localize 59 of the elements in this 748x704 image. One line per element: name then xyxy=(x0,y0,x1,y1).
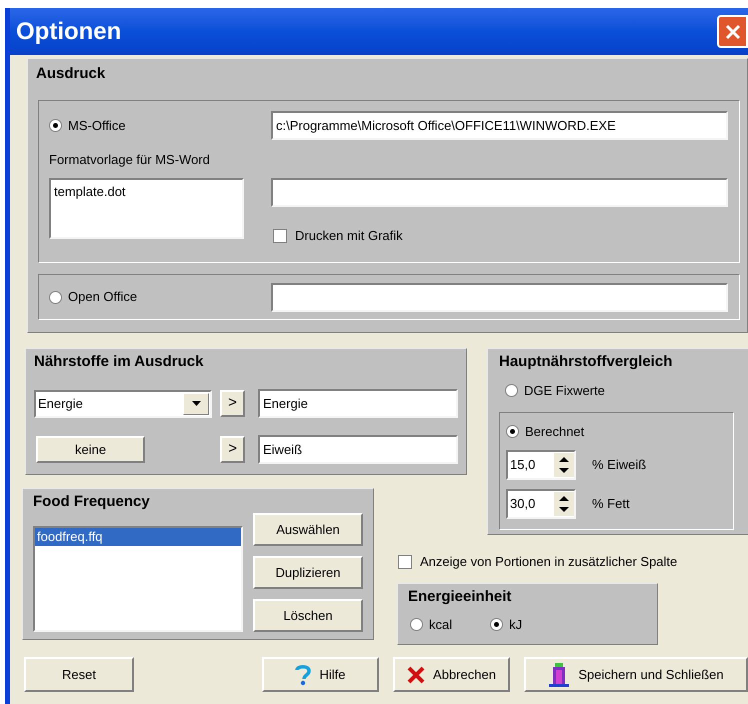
radio-button[interactable] xyxy=(49,290,62,304)
nutrient-dropdown[interactable]: Energie xyxy=(34,390,212,418)
dialog-button[interactable]: Abbrechen xyxy=(393,657,510,692)
list-action-button[interactable]: Auswählen xyxy=(253,513,363,546)
group-title: Energieeinheit xyxy=(408,588,512,604)
radio-button[interactable] xyxy=(410,618,423,631)
path-field[interactable]: c:\Programme\Microsoft Office\OFFICE11\WINWORD.EXE xyxy=(271,111,728,140)
window-title: Optionen xyxy=(16,16,122,46)
number-spinner[interactable]: 30,0 xyxy=(506,489,576,519)
radio-button[interactable] xyxy=(490,618,504,631)
help-icon xyxy=(295,664,312,686)
list-action-button[interactable]: Löschen xyxy=(253,599,363,632)
radio-label: Berechnet xyxy=(525,422,584,440)
radio-label: MS-Office xyxy=(68,117,126,135)
file-list[interactable]: foodfreq.ffq xyxy=(33,526,243,632)
path-field[interactable] xyxy=(271,282,728,312)
number-spinner[interactable]: 15,0 xyxy=(506,450,576,480)
radio-button[interactable] xyxy=(505,384,518,398)
group-title: Food Frequency xyxy=(33,493,150,510)
close-icon xyxy=(724,24,740,40)
caret-icon xyxy=(192,401,201,406)
radio-button[interactable] xyxy=(49,119,62,132)
arrow-button[interactable]: > xyxy=(220,390,245,417)
group-title: Ausdruck xyxy=(36,65,106,82)
none-button[interactable]: keine xyxy=(36,436,146,463)
dropdown-arrow-button[interactable] xyxy=(183,392,210,414)
spin-arrows-icon[interactable] xyxy=(554,492,574,516)
spinner-unit: % Fett xyxy=(592,495,630,514)
radio-label: DGE Fixwerte xyxy=(524,382,605,400)
dialog-button[interactable]: Hilfe xyxy=(262,657,379,692)
group-title: Hauptnährstoffvergleich xyxy=(499,353,672,370)
checkbox[interactable] xyxy=(398,554,412,569)
list-action-button[interactable]: Duplizieren xyxy=(253,556,363,589)
list-item[interactable]: template.dot xyxy=(54,182,239,202)
template-label: Formatvorlage für MS-Word xyxy=(49,150,211,169)
arrow-button[interactable]: > xyxy=(220,436,245,463)
spin-arrows-icon[interactable] xyxy=(554,453,574,477)
cancel-icon xyxy=(407,666,426,684)
text-field[interactable]: Energie xyxy=(258,389,458,418)
spinner-value: 15,0 xyxy=(510,456,536,474)
checkbox-label: Drucken mit Grafik xyxy=(295,227,403,245)
spinner-unit: % Eiweiß xyxy=(592,456,646,474)
radio-label: Open Office xyxy=(68,288,138,306)
radio-button[interactable] xyxy=(506,424,519,438)
text-field[interactable]: Eiweiß xyxy=(258,435,458,464)
list-item[interactable]: foodfreq.ffq xyxy=(35,528,241,546)
dropdown-value: Energie xyxy=(38,394,83,413)
checkbox[interactable] xyxy=(273,228,287,243)
spinner-value: 30,0 xyxy=(510,495,536,514)
dialog-button[interactable]: Reset xyxy=(24,657,134,692)
radio-label: kJ xyxy=(509,616,522,634)
group-title: Nährstoffe im Ausdruck xyxy=(34,353,204,370)
close-button[interactable] xyxy=(717,15,748,48)
template-list[interactable]: template.dot xyxy=(49,178,244,239)
save-icon xyxy=(548,662,570,688)
radio-label: kcal xyxy=(429,616,452,634)
path-field[interactable] xyxy=(271,178,728,207)
checkbox-label: Anzeige von Portionen in zusätzlicher Spalte xyxy=(420,553,678,571)
dialog-button[interactable]: Speichern und Schließen xyxy=(524,657,748,692)
